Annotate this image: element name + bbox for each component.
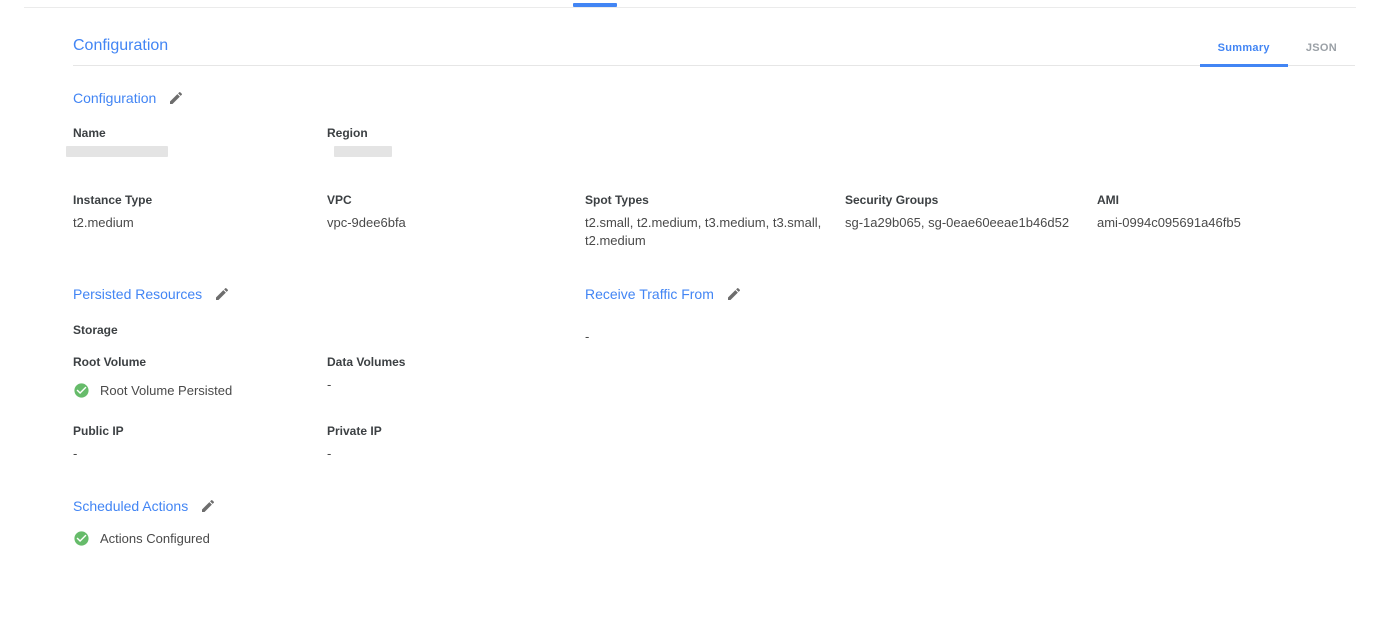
check-circle-icon	[73, 382, 90, 399]
field-value: t2.small, t2.medium, t3.medium, t3.small…	[585, 214, 831, 250]
redacted-region-value	[334, 146, 392, 157]
field-label: Root Volume	[73, 355, 327, 370]
edit-pencil-icon[interactable]	[726, 286, 742, 302]
receive-traffic-header: Receive Traffic From	[585, 286, 1355, 302]
page-header: Configuration Summary JSON	[73, 37, 1355, 66]
field-value: ami-0994c095691a46fb5	[1097, 214, 1355, 232]
active-top-tab-indicator	[573, 3, 617, 7]
check-circle-icon	[73, 530, 90, 547]
field-label: VPC	[327, 193, 585, 208]
receive-traffic-section: Receive Traffic From -	[585, 286, 1355, 462]
persisted-resources-section: Persisted Resources Storage Root Volume	[73, 286, 585, 462]
field-value: sg-1a29b065, sg-0eae60eeae1b46d52	[845, 214, 1097, 232]
field-label: Security Groups	[845, 193, 1097, 208]
redacted-name-value	[66, 146, 168, 157]
field-label: Region	[327, 126, 585, 141]
field-label: Spot Types	[585, 193, 831, 208]
persisted-resources-header: Persisted Resources	[73, 286, 585, 302]
edit-pencil-icon[interactable]	[214, 286, 230, 302]
scheduled-actions-title: Scheduled Actions	[73, 498, 188, 514]
edit-pencil-icon[interactable]	[200, 498, 216, 514]
ip-row: Public IP - Private IP -	[73, 424, 585, 462]
name-region-row: Name Region	[73, 126, 1355, 157]
field-label: Name	[73, 126, 327, 141]
middle-band: Persisted Resources Storage Root Volume	[73, 286, 1355, 462]
field-instance-type: Instance Type t2.medium	[73, 193, 327, 250]
field-label: Public IP	[73, 424, 327, 439]
tab-summary[interactable]: Summary	[1200, 42, 1288, 67]
page-title: Configuration	[73, 37, 168, 55]
configuration-section: Configuration Name Region Instance Type	[73, 90, 1355, 250]
field-root-volume: Root Volume Root Volume Persisted	[73, 355, 327, 399]
field-label: Private IP	[327, 424, 585, 439]
receive-traffic-value: -	[585, 328, 1355, 345]
field-value: -	[327, 445, 585, 462]
instance-details-row: Instance Type t2.medium VPC vpc-9dee6bfa…	[73, 193, 1355, 250]
status-text: Root Volume Persisted	[100, 383, 232, 398]
field-value: t2.medium	[73, 214, 327, 232]
scheduled-actions-section: Scheduled Actions Actions Configured	[73, 498, 1355, 547]
field-private-ip: Private IP -	[327, 424, 585, 462]
status-text: Actions Configured	[100, 531, 210, 546]
field-public-ip: Public IP -	[73, 424, 327, 462]
persisted-resources-title: Persisted Resources	[73, 286, 202, 302]
storage-label: Storage	[73, 323, 585, 338]
configuration-section-title: Configuration	[73, 90, 156, 106]
field-value: vpc-9dee6bfa	[327, 214, 585, 232]
edit-pencil-icon[interactable]	[168, 90, 184, 106]
configuration-page: Configuration Summary JSON Configuration…	[0, 0, 1380, 631]
field-data-volumes: Data Volumes -	[327, 355, 585, 399]
root-volume-status: Root Volume Persisted	[73, 382, 327, 399]
field-security-groups: Security Groups sg-1a29b065, sg-0eae60ee…	[845, 193, 1097, 250]
field-vpc: VPC vpc-9dee6bfa	[327, 193, 585, 250]
volumes-row: Root Volume Root Volume Persisted Data V…	[73, 355, 585, 399]
field-value: -	[327, 376, 585, 393]
field-label: Instance Type	[73, 193, 327, 208]
scheduled-actions-header: Scheduled Actions	[73, 498, 1355, 514]
field-ami: AMI ami-0994c095691a46fb5	[1097, 193, 1355, 250]
field-spot-types: Spot Types t2.small, t2.medium, t3.mediu…	[585, 193, 845, 250]
field-name: Name	[73, 126, 327, 157]
top-tab-rule	[24, 7, 1356, 8]
field-label: Data Volumes	[327, 355, 585, 370]
configuration-section-header: Configuration	[73, 90, 1355, 106]
scheduled-actions-status: Actions Configured	[73, 530, 1355, 547]
tab-json[interactable]: JSON	[1288, 42, 1355, 65]
field-value: -	[73, 445, 327, 462]
content-area: Configuration Summary JSON Configuration…	[0, 37, 1380, 547]
field-region: Region	[327, 126, 585, 157]
view-tabs: Summary JSON	[1200, 42, 1355, 65]
receive-traffic-title: Receive Traffic From	[585, 286, 714, 302]
field-label: AMI	[1097, 193, 1355, 208]
